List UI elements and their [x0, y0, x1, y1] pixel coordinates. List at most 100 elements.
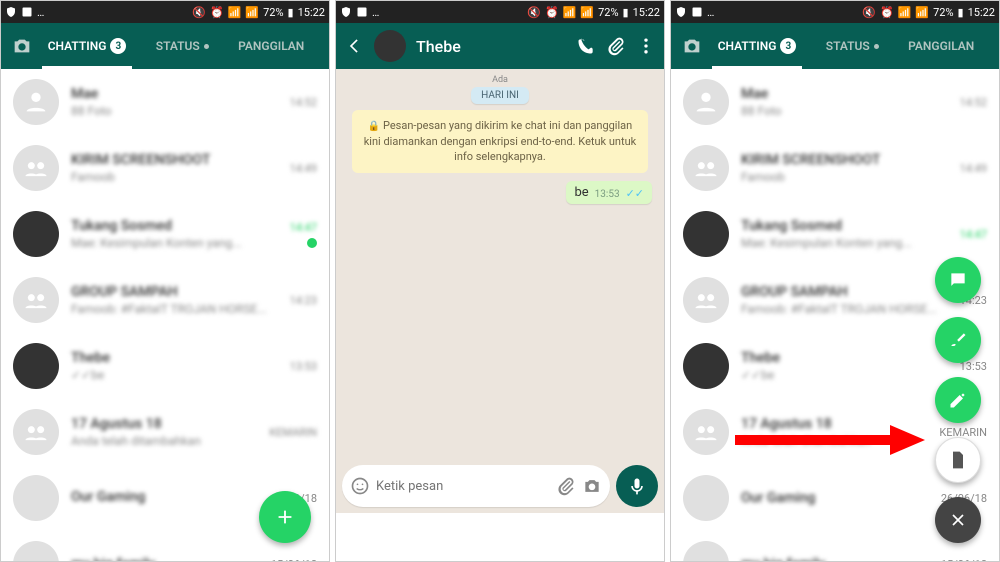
list-item[interactable]: 17 Agustus 18Anda telah ditambahkanKEMAR…: [1, 399, 329, 465]
shield-icon: [340, 6, 352, 18]
image-icon: [356, 6, 368, 18]
avatar[interactable]: [374, 30, 406, 62]
message-outgoing[interactable]: be 13:53 ✓✓: [566, 181, 652, 204]
avatar: [13, 475, 59, 521]
mic-icon: [627, 476, 647, 496]
fab-pencil[interactable]: [935, 377, 981, 423]
chat-icon: [948, 270, 968, 290]
fab-chat[interactable]: [935, 257, 981, 303]
chat-list[interactable]: Mae88 Foto14:52 KIRIM SCREENSHOOTFamoob1…: [1, 69, 329, 561]
camera-icon[interactable]: [681, 35, 703, 57]
read-ticks-icon: ✓✓: [626, 187, 644, 200]
mic-button[interactable]: [616, 465, 658, 507]
tab-status[interactable]: STATUS: [826, 23, 879, 69]
avatar: [13, 277, 59, 323]
fab-stack: [935, 257, 981, 543]
alarm-icon: ⏰: [545, 6, 559, 19]
status-bar: … 🔇 ⏰ 📶 📶 72% ▮ 15:22: [671, 1, 999, 23]
message-input[interactable]: [376, 479, 550, 494]
list-item[interactable]: Thebe✓✓be13:53: [1, 333, 329, 399]
avatar: [13, 211, 59, 257]
clock-text: 15:22: [298, 6, 325, 19]
document-icon: [948, 450, 968, 470]
unread-dot-icon: [307, 238, 317, 248]
avatar: [683, 343, 729, 389]
battery-text: 72%: [933, 6, 953, 19]
alarm-icon: ⏰: [210, 6, 224, 19]
pencil-icon: [948, 390, 968, 410]
conversation-body: Ada HARI INI 🔒 Pesan-pesan yang dikirim …: [336, 69, 664, 513]
fab-brush[interactable]: [935, 317, 981, 363]
battery-icon: ▮: [958, 6, 964, 19]
message-input-bar: [342, 465, 658, 507]
fab-document[interactable]: [935, 437, 981, 483]
chat-time: 15/06/18: [271, 558, 317, 562]
tab-status[interactable]: STATUS: [156, 23, 209, 69]
ada-label: Ada: [342, 75, 658, 85]
avatar: [13, 409, 59, 455]
mute-icon: 🔇: [527, 6, 541, 19]
battery-text: 72%: [598, 6, 618, 19]
chat-time: 15/06/18: [941, 558, 987, 562]
avatar: [683, 277, 729, 323]
battery-icon: ▮: [288, 6, 294, 19]
date-chip: HARI INI: [471, 87, 529, 104]
battery-text: 72%: [263, 6, 283, 19]
camera-icon[interactable]: [582, 476, 602, 496]
call-icon[interactable]: [576, 36, 596, 56]
mute-icon: 🔇: [192, 6, 206, 19]
brush-icon: [948, 330, 968, 350]
battery-icon: ▮: [623, 6, 629, 19]
message-text: be: [574, 185, 588, 200]
status-dot-icon: [874, 44, 879, 49]
input-box[interactable]: [342, 465, 610, 507]
unread-badge: 3: [780, 38, 796, 54]
clock-text: 15:22: [968, 6, 995, 19]
attach-icon[interactable]: [606, 36, 626, 56]
list-item[interactable]: GROUP SAMPAHFamoob: #FaktaIT TROJAN HORS…: [1, 267, 329, 333]
signal-icon: 📶: [580, 6, 594, 19]
tab-calls[interactable]: PANGGILAN: [908, 23, 974, 69]
new-chat-fab[interactable]: [259, 491, 311, 543]
list-item[interactable]: KIRIM SCREENSHOOTFamoob14:49: [671, 135, 999, 201]
image-icon: [21, 6, 33, 18]
tab-calls[interactable]: PANGGILAN: [238, 23, 304, 69]
conversation-title[interactable]: Thebe: [416, 37, 566, 56]
menu-icon[interactable]: [636, 36, 656, 56]
avatar: [13, 79, 59, 125]
shield-icon: [5, 6, 17, 18]
lock-icon: 🔒: [368, 121, 380, 132]
avatar: [683, 145, 729, 191]
list-item[interactable]: Mae88 Foto14:52: [1, 69, 329, 135]
attach-icon[interactable]: [556, 476, 576, 496]
avatar: [13, 541, 59, 561]
avatar: [683, 541, 729, 561]
fab-close[interactable]: [935, 497, 981, 543]
list-item[interactable]: KIRIM SCREENSHOOTFamoob14:49: [1, 135, 329, 201]
avatar: [683, 211, 729, 257]
avatar: [683, 79, 729, 125]
app-topbar: CHATTING3 STATUS PANGGILAN: [671, 23, 999, 69]
more-icon: …: [372, 6, 379, 19]
unread-badge: 3: [110, 38, 126, 54]
app-topbar: CHATTING 3 STATUS PANGGILAN: [1, 23, 329, 69]
wifi-icon: 📶: [228, 6, 242, 19]
tab-chatting[interactable]: CHATTING3: [718, 23, 797, 69]
encryption-notice[interactable]: 🔒 Pesan-pesan yang dikirim ke chat ini d…: [352, 110, 648, 173]
list-item[interactable]: Mae88 Foto14:52: [671, 69, 999, 135]
camera-icon[interactable]: [11, 35, 33, 57]
status-bar: … 🔇 ⏰ 📶 📶 72% ▮ 15:22: [336, 1, 664, 23]
emoji-icon[interactable]: [350, 476, 370, 496]
back-icon[interactable]: [344, 36, 364, 56]
signal-icon: 📶: [245, 6, 259, 19]
tab-chatting[interactable]: CHATTING 3: [48, 23, 127, 69]
avatar: [683, 409, 729, 455]
status-bar: … 🔇 ⏰ 📶 📶 72% ▮ 15:22: [1, 1, 329, 23]
list-item[interactable]: Tukang SosmedMae: Kesimpulan Konten yang…: [1, 201, 329, 267]
wifi-icon: 📶: [898, 6, 912, 19]
phone-chatlist-fabstack: … 🔇 ⏰ 📶 📶 72% ▮ 15:22 CHATTING3 STATUS P…: [670, 0, 1000, 562]
mute-icon: 🔇: [862, 6, 876, 19]
clock-text: 15:22: [633, 6, 660, 19]
wifi-icon: 📶: [563, 6, 577, 19]
avatar: [13, 343, 59, 389]
